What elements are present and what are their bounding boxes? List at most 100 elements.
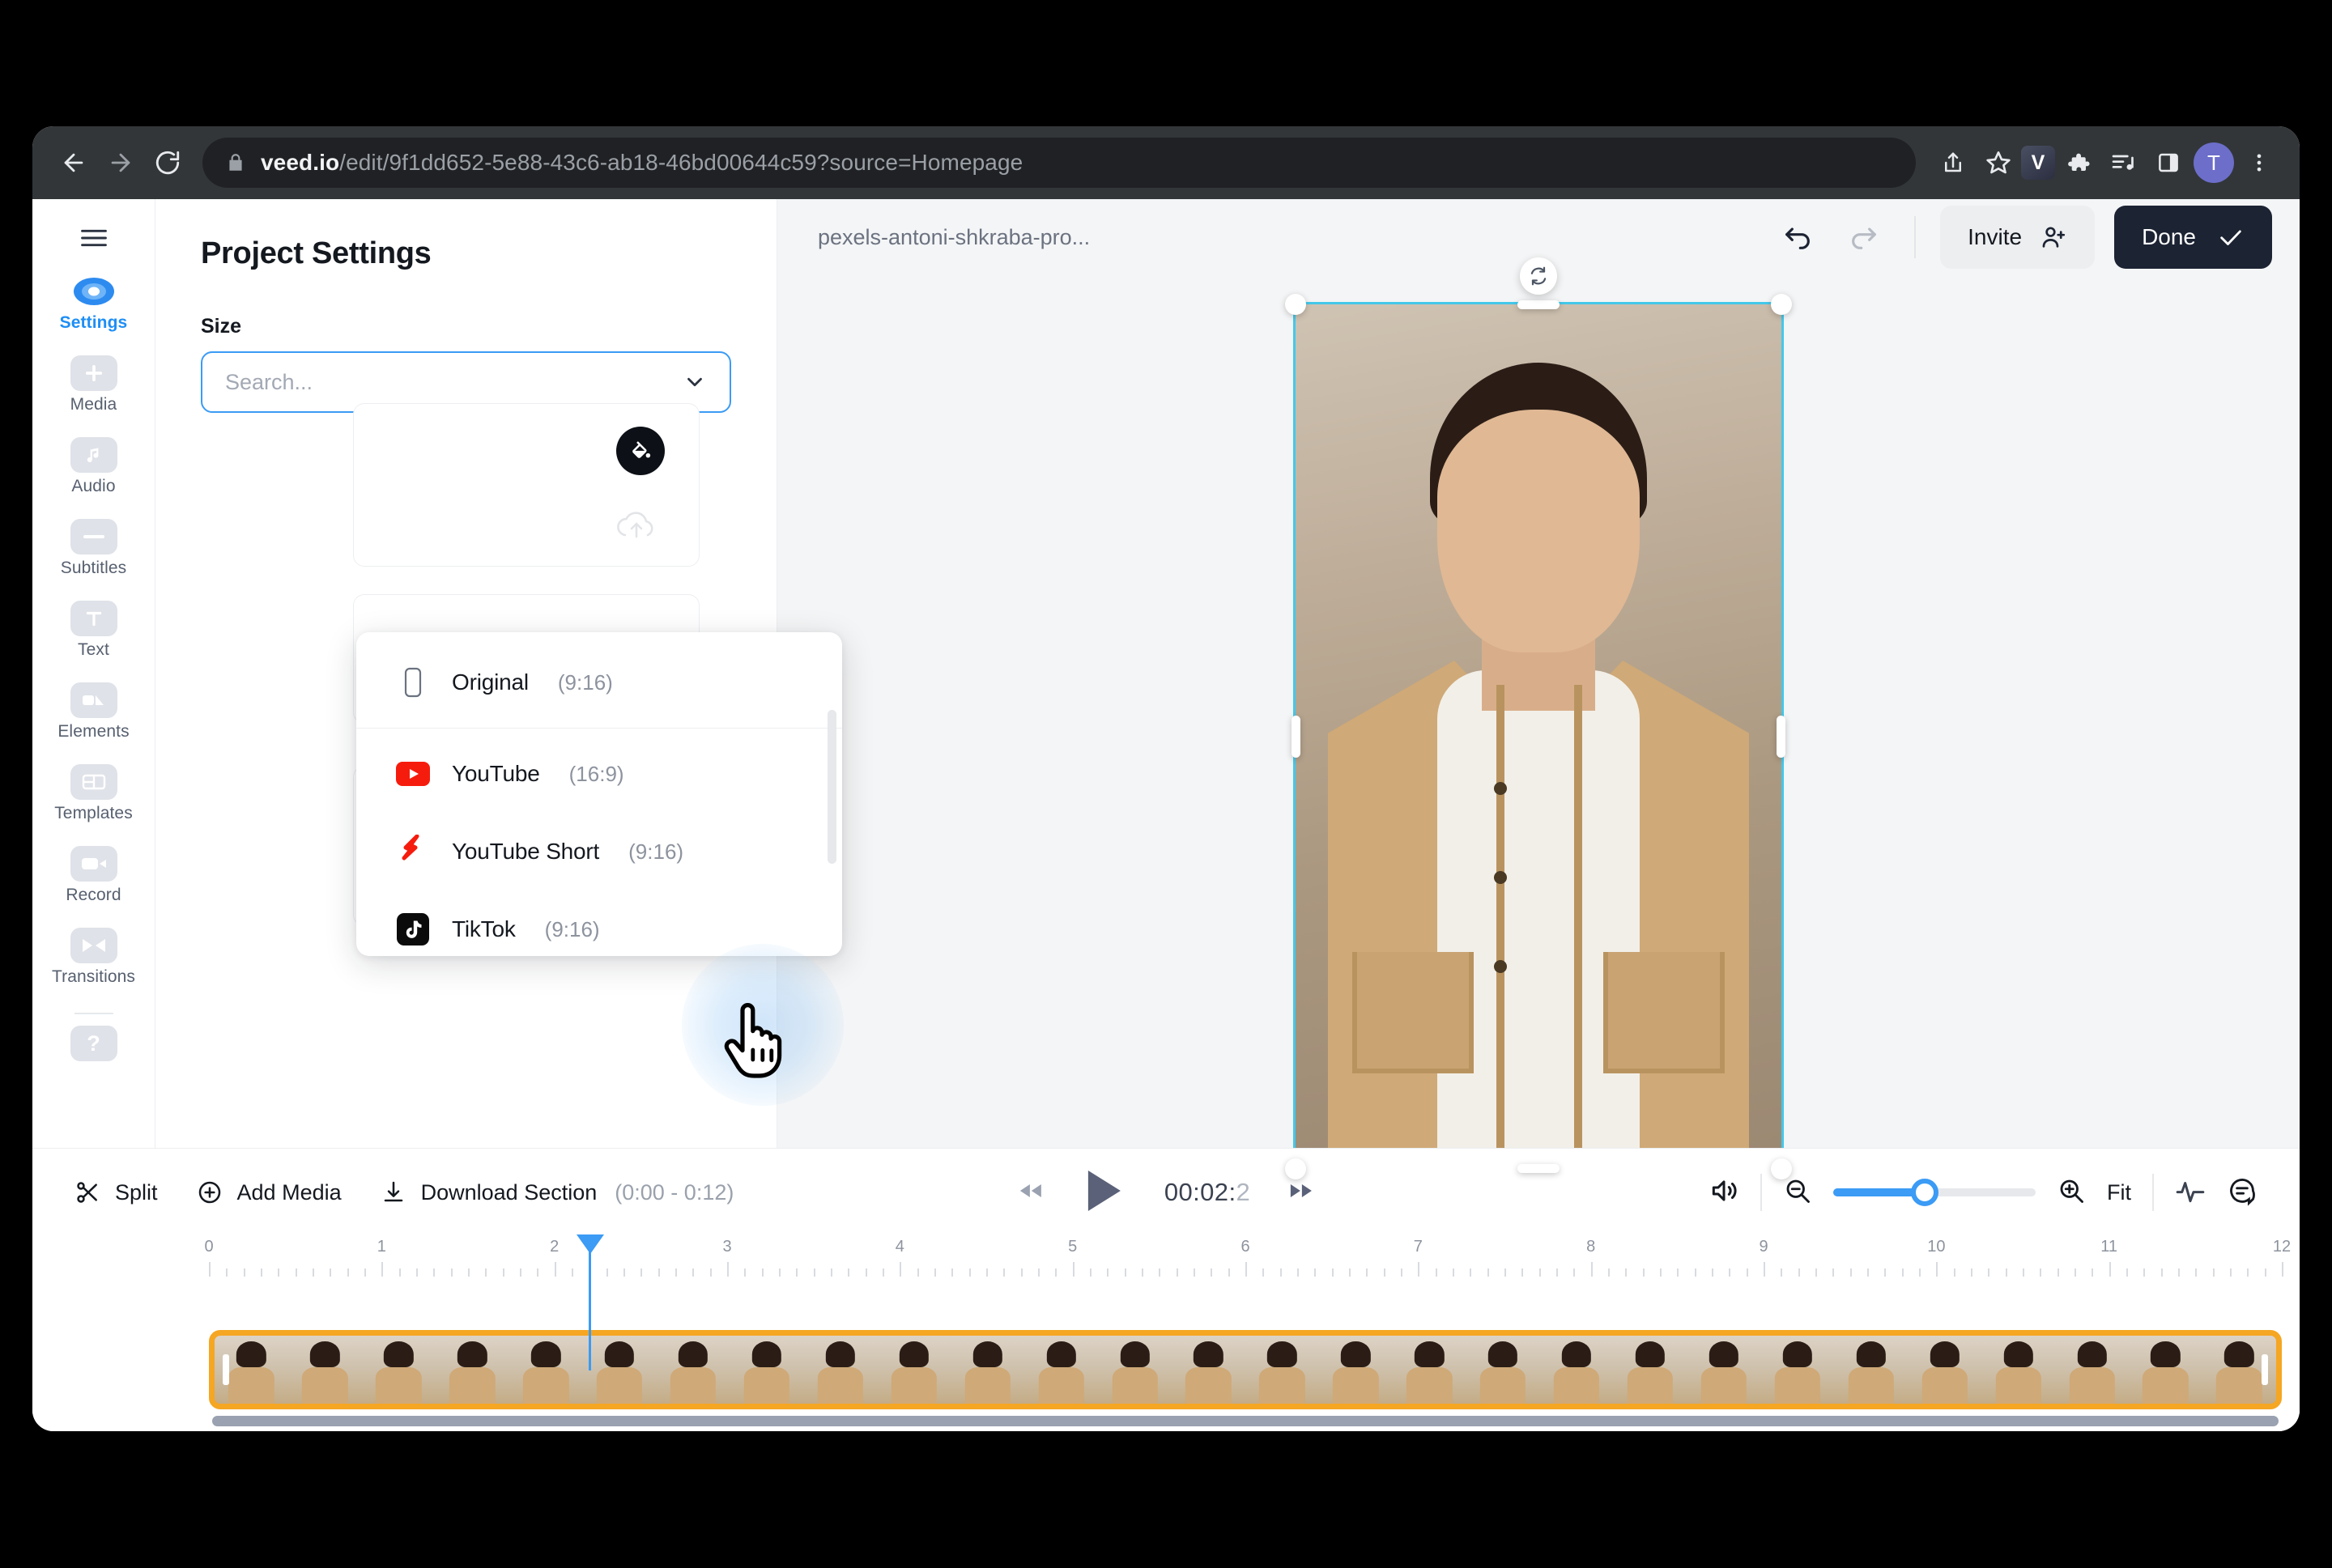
address-bar[interactable]: veed.io/edit/9f1dd652-5e88-43c6-ab18-46b… — [202, 138, 1916, 188]
jacket-placket-right — [1574, 685, 1582, 1169]
download-section-button[interactable]: Download Section (0:00 - 0:12) — [381, 1179, 734, 1205]
transitions-icon — [70, 928, 117, 963]
selection-corner-handle[interactable] — [1285, 294, 1306, 315]
playhead[interactable] — [576, 1234, 604, 1370]
sidebar-item-record[interactable]: Record — [45, 841, 143, 910]
hamburger-menu-icon[interactable] — [71, 220, 117, 256]
share-icon[interactable] — [1930, 140, 1976, 185]
project-name[interactable]: pexels-antoni-shkraba-pro... — [818, 225, 1090, 250]
sidebar-item-transitions[interactable]: Transitions — [45, 923, 143, 992]
playlist-music-icon[interactable] — [2100, 140, 2146, 185]
ruler-tick — [1331, 1268, 1334, 1277]
ruler-tick — [502, 1268, 504, 1277]
profile-avatar-wrap[interactable]: T — [2191, 140, 2236, 185]
timeline-ruler[interactable]: 0 1 2 3 4 5 6 7 8 9 10 11 12 — [32, 1234, 2300, 1370]
timeline-horizontal-scrollbar[interactable] — [212, 1416, 2279, 1426]
sidebar-item-templates[interactable]: Templates — [45, 759, 143, 828]
ruler-tick — [1020, 1268, 1023, 1277]
forward-icon[interactable] — [97, 139, 144, 186]
selection-edge-handle[interactable] — [1517, 300, 1560, 309]
zoom-in-icon[interactable] — [2057, 1176, 2086, 1209]
invite-button[interactable]: Invite — [1940, 206, 2096, 269]
download-range: (0:00 - 0:12) — [615, 1179, 734, 1205]
zoom-slider[interactable] — [1833, 1179, 2036, 1206]
play-button[interactable] — [1082, 1166, 1127, 1219]
download-icon — [384, 1181, 402, 1202]
ruler-tick — [537, 1268, 539, 1277]
ruler-tick — [1401, 1268, 1402, 1277]
side-panel-icon[interactable] — [2146, 140, 2191, 185]
size-options-dropdown[interactable]: Original (9:16) YouTube (16:9) YouTube S… — [356, 632, 842, 956]
done-button[interactable]: Done — [2114, 206, 2272, 269]
rotate-handle[interactable] — [1520, 257, 1557, 295]
jacket-pocket-right — [1603, 952, 1725, 1073]
subject-face — [1437, 410, 1640, 652]
ruler-tick — [1988, 1268, 1990, 1277]
split-button[interactable]: Split — [74, 1179, 158, 1205]
upload-cloud-icon[interactable] — [613, 508, 660, 549]
redo-icon[interactable] — [1838, 211, 1890, 263]
selection-edge-handle[interactable] — [1517, 1164, 1560, 1173]
dropdown-option-youtube[interactable]: YouTube (16:9) — [368, 735, 831, 813]
bookmark-star-icon[interactable] — [1976, 140, 2021, 185]
add-media-button[interactable]: Add Media — [197, 1179, 342, 1205]
selection-corner-handle[interactable] — [1285, 1158, 1306, 1179]
extensions-puzzle-icon[interactable] — [2055, 140, 2100, 185]
clip-thumbnail — [877, 1336, 951, 1404]
selection-edge-handle[interactable] — [1777, 716, 1785, 758]
ruler-tick — [1366, 1268, 1368, 1277]
clip-thumbnail — [1613, 1336, 1687, 1404]
music-note-icon — [70, 437, 117, 473]
sidebar-item-subtitles[interactable]: Subtitles — [45, 514, 143, 583]
waveform-icon[interactable] — [2175, 1178, 2206, 1208]
jacket-button — [1494, 960, 1507, 973]
selection-corner-handle[interactable] — [1771, 1158, 1792, 1179]
selection-edge-handle[interactable] — [1292, 716, 1300, 758]
skip-backward-icon[interactable] — [1017, 1179, 1045, 1206]
clip-thumbnail — [2128, 1336, 2202, 1404]
size-search-placeholder: Search... — [225, 369, 313, 394]
video-canvas[interactable] — [777, 257, 2300, 1179]
avatar[interactable]: T — [2194, 142, 2234, 183]
chrome-menu-icon[interactable] — [2236, 140, 2282, 185]
clip-thumbnail — [1687, 1336, 1761, 1404]
undo-icon[interactable] — [1772, 211, 1823, 263]
sidebar-item-media[interactable]: Media — [45, 351, 143, 419]
ruler-tick — [968, 1268, 971, 1277]
help-icon[interactable]: ? — [70, 1026, 117, 1061]
dropdown-option-original[interactable]: Original (9:16) — [368, 644, 831, 721]
sidebar-item-audio[interactable]: Audio — [45, 432, 143, 501]
dropdown-option-tiktok[interactable]: TikTok (9:16) — [368, 890, 831, 956]
ruler-tick — [1746, 1268, 1748, 1277]
fit-button[interactable]: Fit — [2107, 1180, 2131, 1205]
ruler-tick — [1867, 1268, 1869, 1277]
ruler-tick — [398, 1268, 401, 1277]
dropdown-scrollbar[interactable] — [828, 710, 836, 864]
dropdown-option-youtube-short[interactable]: YouTube Short (9:16) — [368, 813, 831, 890]
sidebar-item-elements[interactable]: Elements — [45, 678, 143, 746]
sidebar-item-settings[interactable]: Settings — [45, 269, 143, 338]
fill-color-swatch[interactable] — [616, 427, 665, 475]
veed-extension-badge[interactable]: V — [2021, 146, 2055, 180]
selection-corner-handle[interactable] — [1771, 294, 1792, 315]
zoom-slider-handle[interactable] — [1910, 1179, 1938, 1206]
ruler-tick — [917, 1268, 919, 1277]
captions-icon[interactable] — [2227, 1175, 2258, 1210]
clip-trim-left[interactable] — [223, 1354, 229, 1385]
playhead-handle[interactable] — [576, 1234, 604, 1254]
skip-forward-icon[interactable] — [1287, 1179, 1315, 1206]
volume-icon[interactable] — [1709, 1175, 1739, 1210]
ruler-tick — [1142, 1268, 1143, 1277]
ruler-tick — [1642, 1268, 1645, 1277]
zoom-out-icon[interactable] — [1783, 1176, 1812, 1209]
ruler-tick — [1712, 1268, 1713, 1277]
timeline: Split Add Media Download Section (0:00 -… — [32, 1148, 2300, 1431]
timeline-toolbar: Split Add Media Download Section (0:00 -… — [32, 1149, 2300, 1236]
reload-icon[interactable] — [144, 139, 191, 186]
sidebar-item-text[interactable]: Text — [45, 596, 143, 665]
video-preview-frame[interactable] — [1293, 302, 1784, 1171]
back-icon[interactable] — [50, 139, 97, 186]
clip-trim-right[interactable] — [2262, 1354, 2268, 1385]
video-clip[interactable] — [209, 1330, 2282, 1409]
ruler-tick — [1936, 1262, 1938, 1277]
